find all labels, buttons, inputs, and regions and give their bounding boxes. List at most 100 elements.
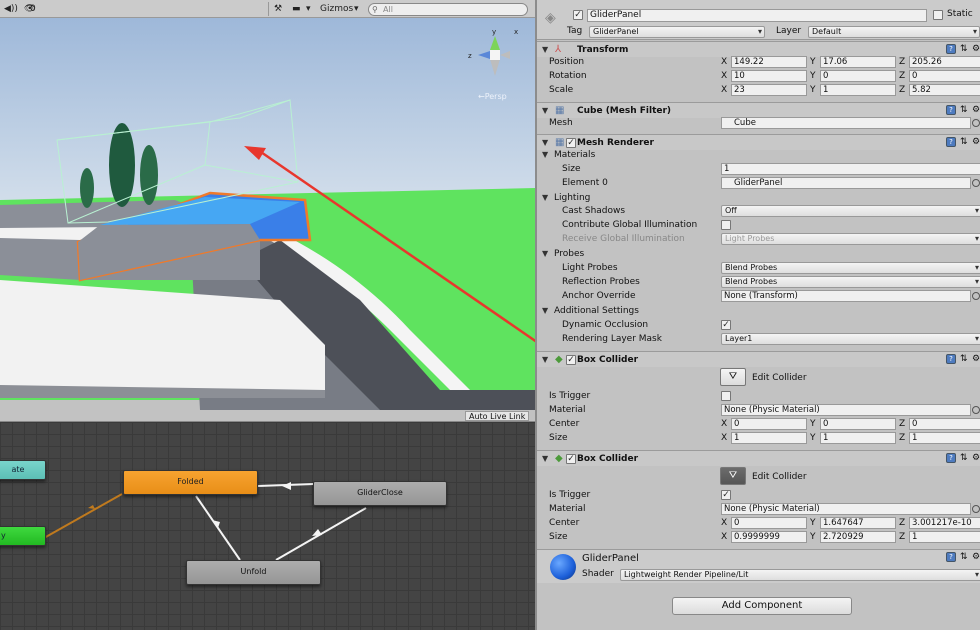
- rendering-layer-mask-row: Rendering Layer Mask Layer1: [537, 332, 980, 346]
- state-node[interactable]: y: [0, 526, 46, 546]
- help-icon[interactable]: ?: [946, 354, 956, 364]
- fold-arrow-icon[interactable]: ▼: [542, 191, 548, 205]
- scale-z-field[interactable]: 5.82: [909, 84, 980, 96]
- tag-dropdown[interactable]: GliderPanel: [589, 26, 765, 38]
- light-probes-dropdown[interactable]: Blend Probes: [721, 262, 980, 274]
- rendering-layer-mask-dropdown[interactable]: Layer1: [721, 333, 980, 345]
- size-y-field[interactable]: 2.720929: [820, 531, 896, 543]
- scale-y-field[interactable]: 1: [820, 84, 896, 96]
- physic-material-field[interactable]: None (Physic Material): [721, 503, 971, 515]
- box-collider-header[interactable]: ▼ ◆ ✓ Box Collider ? ⇅ ⚙: [537, 450, 980, 466]
- preset-icon[interactable]: ⇅: [960, 552, 968, 563]
- is-trigger-checkbox[interactable]: ✓: [721, 490, 731, 500]
- scene-search-input[interactable]: ⚲ All: [368, 3, 528, 16]
- preset-icon[interactable]: ⇅: [960, 453, 968, 464]
- mesh-renderer-enabled-checkbox[interactable]: ✓: [566, 138, 576, 148]
- object-picker-icon[interactable]: [972, 119, 980, 127]
- center-z-field[interactable]: 0: [909, 418, 980, 430]
- rotation-y-field[interactable]: 0: [820, 70, 896, 82]
- camera-dropdown-icon[interactable]: ▾: [306, 2, 311, 16]
- size-x-field[interactable]: 1: [731, 432, 807, 444]
- gizmos-menu[interactable]: Gizmos: [320, 2, 353, 16]
- help-icon[interactable]: ?: [946, 453, 956, 463]
- help-icon[interactable]: ?: [946, 552, 956, 562]
- preset-icon[interactable]: ⇅: [960, 105, 968, 116]
- state-node-unfold[interactable]: Unfold: [186, 560, 321, 585]
- tools-icon[interactable]: ⚒: [274, 2, 282, 16]
- object-picker-icon[interactable]: [972, 179, 980, 187]
- preset-icon[interactable]: ⇅: [960, 44, 968, 55]
- box-collider-header[interactable]: ▼ ◆ ✓ Box Collider ? ⇅ ⚙: [537, 351, 980, 367]
- help-icon[interactable]: ?: [946, 137, 956, 147]
- state-node[interactable]: ate: [0, 460, 46, 480]
- dynamic-occlusion-checkbox[interactable]: ✓: [721, 320, 731, 330]
- edit-collider-button[interactable]: ⛛: [720, 467, 746, 485]
- position-x-field[interactable]: 149.22: [731, 56, 807, 68]
- add-component-button[interactable]: Add Component: [672, 597, 852, 615]
- fold-arrow-icon[interactable]: ▼: [542, 247, 548, 261]
- state-node-folded[interactable]: Folded: [123, 470, 258, 495]
- object-picker-icon[interactable]: [972, 505, 980, 513]
- size-z-field[interactable]: 1: [909, 432, 980, 444]
- center-x-field[interactable]: 0: [731, 517, 807, 529]
- collider-enabled-checkbox[interactable]: ✓: [566, 454, 576, 464]
- center-x-field[interactable]: 0: [731, 418, 807, 430]
- fold-arrow-icon[interactable]: ▼: [542, 148, 548, 162]
- probes-foldout[interactable]: ▼ Probes: [537, 247, 980, 261]
- layer-dropdown[interactable]: Default: [808, 26, 980, 38]
- animator-window[interactable]: Auto Live Link ate y Folded GliderClose …: [0, 410, 535, 630]
- camera-icon[interactable]: ▬: [292, 2, 301, 16]
- state-node-glider-close[interactable]: GliderClose: [313, 481, 447, 506]
- reflection-probes-dropdown[interactable]: Blend Probes: [721, 276, 980, 288]
- position-y-field[interactable]: 17.06: [820, 56, 896, 68]
- mesh-object-field[interactable]: Cube: [721, 117, 971, 129]
- collider-enabled-checkbox[interactable]: ✓: [566, 355, 576, 365]
- scene-render[interactable]: y z x: [0, 18, 535, 410]
- settings-gear-icon[interactable]: ⚙: [972, 354, 980, 365]
- object-picker-icon[interactable]: [972, 292, 980, 300]
- center-z-field[interactable]: 3.001217e-10: [909, 517, 980, 529]
- preset-icon[interactable]: ⇅: [960, 137, 968, 148]
- fold-arrow-icon[interactable]: ▼: [542, 451, 548, 467]
- size-z-field[interactable]: 1: [909, 531, 980, 543]
- active-checkbox[interactable]: ✓: [573, 10, 583, 20]
- fold-arrow-icon[interactable]: ▼: [542, 352, 548, 368]
- object-name-field[interactable]: GliderPanel: [587, 9, 927, 22]
- help-icon[interactable]: ?: [946, 105, 956, 115]
- settings-gear-icon[interactable]: ⚙: [972, 453, 980, 464]
- settings-gear-icon[interactable]: ⚙: [972, 105, 980, 116]
- projection-label[interactable]: ←Persp: [478, 92, 507, 101]
- gizmos-dropdown-icon[interactable]: ▾: [354, 2, 359, 16]
- settings-gear-icon[interactable]: ⚙: [972, 552, 980, 563]
- fold-arrow-icon[interactable]: ▼: [542, 304, 548, 318]
- contribute-gi-checkbox[interactable]: [721, 220, 731, 230]
- size-y-field[interactable]: 1: [820, 432, 896, 444]
- is-trigger-checkbox[interactable]: [721, 391, 731, 401]
- shader-dropdown[interactable]: Lightweight Render Pipeline/Lit: [620, 569, 980, 581]
- axis-label: Z: [899, 71, 906, 81]
- center-y-field[interactable]: 1.647647: [820, 517, 896, 529]
- preset-icon[interactable]: ⇅: [960, 354, 968, 365]
- settings-gear-icon[interactable]: ⚙: [972, 44, 980, 55]
- additional-settings-foldout[interactable]: ▼ Additional Settings: [537, 304, 980, 318]
- rotation-z-field[interactable]: 0: [909, 70, 980, 82]
- position-z-field[interactable]: 205.26: [909, 56, 980, 68]
- audio-icon[interactable]: ◀)): [4, 2, 18, 16]
- materials-foldout[interactable]: ▼ Materials: [537, 148, 980, 162]
- lighting-foldout[interactable]: ▼ Lighting: [537, 191, 980, 205]
- physic-material-field[interactable]: None (Physic Material): [721, 404, 971, 416]
- scale-x-field[interactable]: 23: [731, 84, 807, 96]
- anchor-override-field[interactable]: None (Transform): [721, 290, 971, 302]
- object-picker-icon[interactable]: [972, 406, 980, 414]
- help-icon[interactable]: ?: [946, 44, 956, 54]
- static-checkbox[interactable]: [933, 10, 943, 20]
- cast-shadows-dropdown[interactable]: Off: [721, 205, 980, 217]
- size-x-field[interactable]: 0.9999999: [731, 531, 807, 543]
- center-y-field[interactable]: 0: [820, 418, 896, 430]
- scene-view[interactable]: ◀)) 👁 0 ⚒ ▬ ▾ Gizmos ▾ ⚲ All y z x ←Pers…: [0, 0, 535, 410]
- rotation-x-field[interactable]: 10: [731, 70, 807, 82]
- element0-material-field[interactable]: GliderPanel: [721, 177, 971, 189]
- edit-collider-button[interactable]: ⛛: [720, 368, 746, 386]
- materials-size-field[interactable]: 1: [721, 163, 980, 175]
- settings-gear-icon[interactable]: ⚙: [972, 137, 980, 148]
